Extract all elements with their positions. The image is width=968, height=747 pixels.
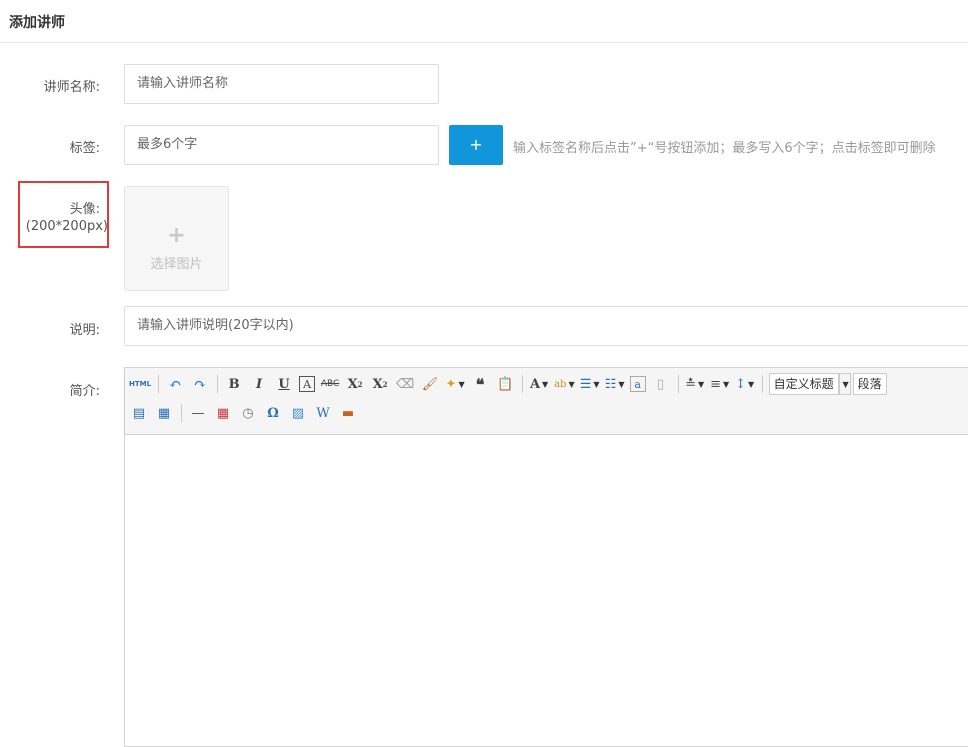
- name-input[interactable]: 请输入讲师名称: [124, 64, 439, 104]
- row-spacing-top-icon[interactable]: ≛ ▼: [685, 374, 705, 394]
- word-image-icon[interactable]: W: [313, 403, 333, 423]
- custom-style-dropdown-icon[interactable]: ▼: [838, 373, 851, 395]
- underline-icon[interactable]: U: [274, 374, 294, 394]
- custom-style-select[interactable]: 自定义标题: [768, 373, 839, 395]
- format-brush-icon[interactable]: 🖌: [420, 374, 440, 394]
- strikethrough-icon[interactable]: ABC: [320, 374, 340, 394]
- paste-text-icon[interactable]: 📋: [495, 374, 515, 394]
- editor-content-area[interactable]: [125, 435, 968, 746]
- clear-doc-icon[interactable]: ▯: [651, 374, 671, 394]
- toolbar-separator: [522, 375, 524, 393]
- insert-row-icon[interactable]: ▤: [129, 403, 149, 423]
- image-upload-button[interactable]: + 选择图片: [124, 186, 229, 291]
- avatar-size-hint: (200*200px): [25, 219, 108, 234]
- desc-label: 说明:: [69, 323, 100, 338]
- redo-icon[interactable]: ↷: [190, 374, 210, 394]
- bold-icon[interactable]: B: [224, 374, 244, 394]
- italic-icon[interactable]: I: [249, 374, 269, 394]
- tag-hint: 输入标签名称后点击”+“号按钮添加；最多写入6个字；点击标签即可删除: [513, 141, 936, 156]
- desc-input[interactable]: 请输入讲师说明(20字以内): [124, 306, 968, 346]
- date-icon[interactable]: ▦: [213, 403, 233, 423]
- toolbar-separator: [181, 404, 182, 422]
- unordered-list-icon[interactable]: ☷ ▼: [605, 374, 625, 394]
- line-height-icon[interactable]: ↕ ▼: [735, 374, 755, 394]
- html-source-button[interactable]: HTML: [129, 374, 151, 394]
- toolbar-separator: [158, 375, 160, 393]
- name-label: 讲师名称:: [43, 80, 100, 95]
- undo-icon[interactable]: ↶: [165, 374, 185, 394]
- scrawl-icon[interactable]: ▨: [288, 403, 308, 423]
- add-tag-button[interactable]: +: [449, 125, 503, 165]
- editor-toolbar: HTML ↶ ↷ B I U A ABC X2 X2 ⌫ 🖌 ✦ ▼ ❝ 📋 A ▼…: [125, 368, 968, 435]
- ordered-list-icon[interactable]: ☰ ▼: [580, 374, 600, 394]
- background-color-icon[interactable]: ab ▼: [554, 374, 575, 394]
- eraser-icon[interactable]: ⌫: [395, 374, 415, 394]
- upload-label: 选择图片: [150, 257, 203, 272]
- paragraph-select[interactable]: 段落: [852, 373, 887, 395]
- tag-label: 标签:: [69, 141, 100, 156]
- horizontal-rule-icon[interactable]: —: [188, 403, 208, 423]
- select-all-icon[interactable]: a: [629, 376, 646, 392]
- superscript-icon[interactable]: X2: [345, 374, 365, 394]
- time-icon[interactable]: ◷: [238, 403, 258, 423]
- plus-icon: +: [167, 223, 186, 248]
- page-title: 添加讲师: [9, 15, 65, 31]
- font-border-icon[interactable]: A: [299, 376, 316, 392]
- font-color-icon[interactable]: A ▼: [529, 374, 549, 394]
- rich-text-editor[interactable]: HTML ↶ ↷ B I U A ABC X2 X2 ⌫ 🖌 ✦ ▼ ❝ 📋 A ▼…: [124, 367, 968, 747]
- toolbar-separator: [761, 375, 763, 393]
- row-spacing-bottom-icon[interactable]: ≡ ▼: [710, 374, 730, 394]
- toolbar-separator: [677, 375, 679, 393]
- page-header: 添加讲师: [0, 0, 968, 43]
- image-icon[interactable]: ▬: [338, 403, 358, 423]
- special-chars-icon[interactable]: Ω: [263, 403, 283, 423]
- intro-label: 简介:: [69, 384, 100, 399]
- table-properties-icon[interactable]: ▦: [154, 403, 174, 423]
- avatar-label: 头像:: [69, 202, 100, 217]
- auto-format-icon[interactable]: ✦ ▼: [445, 374, 465, 394]
- blockquote-icon[interactable]: ❝: [470, 374, 490, 394]
- subscript-icon[interactable]: X2: [370, 374, 390, 394]
- toolbar-separator: [217, 375, 219, 393]
- tag-input[interactable]: 最多6个字: [124, 125, 439, 165]
